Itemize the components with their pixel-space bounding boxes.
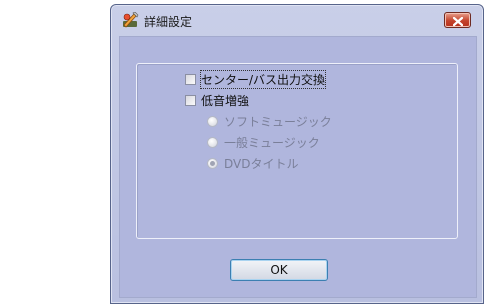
ok-button-label: OK <box>270 263 288 277</box>
dialog-client-area: センター/バス出力交換 低音増強 ソフトミュージック 一般ミュージック DVDタ… <box>119 36 477 298</box>
bass-boost-option[interactable]: 低音増強 <box>185 92 249 109</box>
radio-soft-music[interactable]: ソフトミュージック <box>207 113 332 130</box>
radio-general-music-button[interactable] <box>207 137 218 148</box>
center-bass-swap-option[interactable]: センター/バス出力交換 <box>185 70 327 89</box>
title-bar[interactable]: 詳細設定 <box>111 5 483 35</box>
radio-dvd-title[interactable]: DVDタイトル <box>207 155 298 172</box>
ok-button[interactable]: OK <box>230 259 328 281</box>
center-bass-swap-checkbox[interactable] <box>185 74 196 85</box>
options-groupbox: センター/バス出力交換 低音増強 ソフトミュージック 一般ミュージック DVDタ… <box>136 63 458 239</box>
center-bass-swap-label: センター/バス出力交換 <box>199 70 327 89</box>
radio-dvd-title-label: DVDタイトル <box>224 157 299 171</box>
radio-general-music[interactable]: 一般ミュージック <box>207 134 320 151</box>
radio-dvd-title-button[interactable] <box>207 158 218 169</box>
bass-boost-label: 低音増強 <box>201 94 250 108</box>
radio-soft-music-button[interactable] <box>207 116 218 127</box>
bass-boost-checkbox[interactable] <box>185 95 196 106</box>
close-button[interactable] <box>444 12 471 28</box>
close-icon <box>452 11 463 30</box>
dialog-title: 詳細設定 <box>144 15 193 29</box>
radio-soft-music-label: ソフトミュージック <box>224 115 332 129</box>
radio-general-music-label: 一般ミュージック <box>224 136 320 150</box>
advanced-settings-dialog: 詳細設定 センター/バス出力交換 低音増強 ソフトミュージック 一般ミュージック… <box>110 4 484 304</box>
settings-tools-icon <box>122 11 139 28</box>
